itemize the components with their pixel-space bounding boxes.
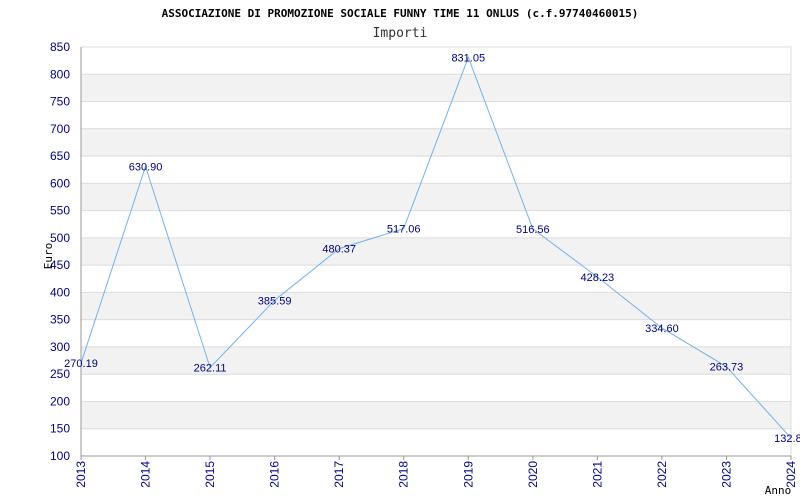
data-label: 480.37 xyxy=(322,244,356,256)
y-tick-label: 350 xyxy=(50,313,70,327)
data-label: 385.59 xyxy=(258,295,292,307)
data-label: 334.60 xyxy=(645,323,679,335)
y-tick-label: 700 xyxy=(50,122,70,136)
data-label: 132.84 xyxy=(774,433,800,445)
data-label: 516.56 xyxy=(516,224,550,236)
y-tick-label: 650 xyxy=(50,149,70,163)
x-tick-label: 2019 xyxy=(461,461,475,488)
data-label: 262.11 xyxy=(194,363,227,375)
grid-band xyxy=(81,401,791,429)
chart-subtitle: Importi xyxy=(373,26,428,41)
background-bands xyxy=(81,74,791,429)
x-tick-label: 2017 xyxy=(332,461,346,488)
y-tick-label: 150 xyxy=(50,422,70,436)
chart-title: ASSOCIAZIONE DI PROMOZIONE SOCIALE FUNNY… xyxy=(162,7,639,20)
x-tick-label: 2013 xyxy=(74,461,88,488)
x-tick-label: 2016 xyxy=(268,461,282,488)
data-label: 831.05 xyxy=(451,52,485,64)
y-tick-label: 200 xyxy=(50,394,70,408)
y-tick-label: 100 xyxy=(50,449,70,463)
x-tick-label: 2015 xyxy=(203,461,217,488)
x-tick-labels: 2013 2014 2015 2016 2017 2018 2019 2020 2021 2022… xyxy=(74,456,798,488)
y-tick-label: 550 xyxy=(50,204,70,218)
data-label: 263.73 xyxy=(710,362,744,374)
line-chart: 1001502002503003504004505005506006507007… xyxy=(42,7,800,497)
x-tick-label: 2020 xyxy=(526,461,540,488)
x-axis-label: Anno xyxy=(765,484,792,497)
data-label: 517.06 xyxy=(387,224,421,236)
x-tick-label: 2022 xyxy=(655,461,669,488)
y-tick-label: 300 xyxy=(50,340,70,354)
data-label: 630.90 xyxy=(129,161,163,173)
grid-band xyxy=(81,74,791,102)
grid-band xyxy=(81,237,791,266)
data-label: 270.19 xyxy=(64,358,98,370)
y-tick-label: 800 xyxy=(50,67,70,81)
y-tick-label: 750 xyxy=(50,95,70,109)
x-tick-label: 2023 xyxy=(719,461,733,488)
y-tick-label: 850 xyxy=(50,40,70,54)
grid-band xyxy=(81,346,791,375)
y-axis-label: Euro xyxy=(42,243,55,270)
x-tick-label: 2021 xyxy=(590,461,604,488)
data-label: 428.23 xyxy=(581,272,615,284)
x-tick-label: 2014 xyxy=(139,461,153,488)
y-tick-label: 600 xyxy=(50,176,70,190)
grid-band xyxy=(81,183,791,211)
x-tick-label: 2018 xyxy=(397,461,411,488)
y-tick-label: 400 xyxy=(50,285,70,299)
